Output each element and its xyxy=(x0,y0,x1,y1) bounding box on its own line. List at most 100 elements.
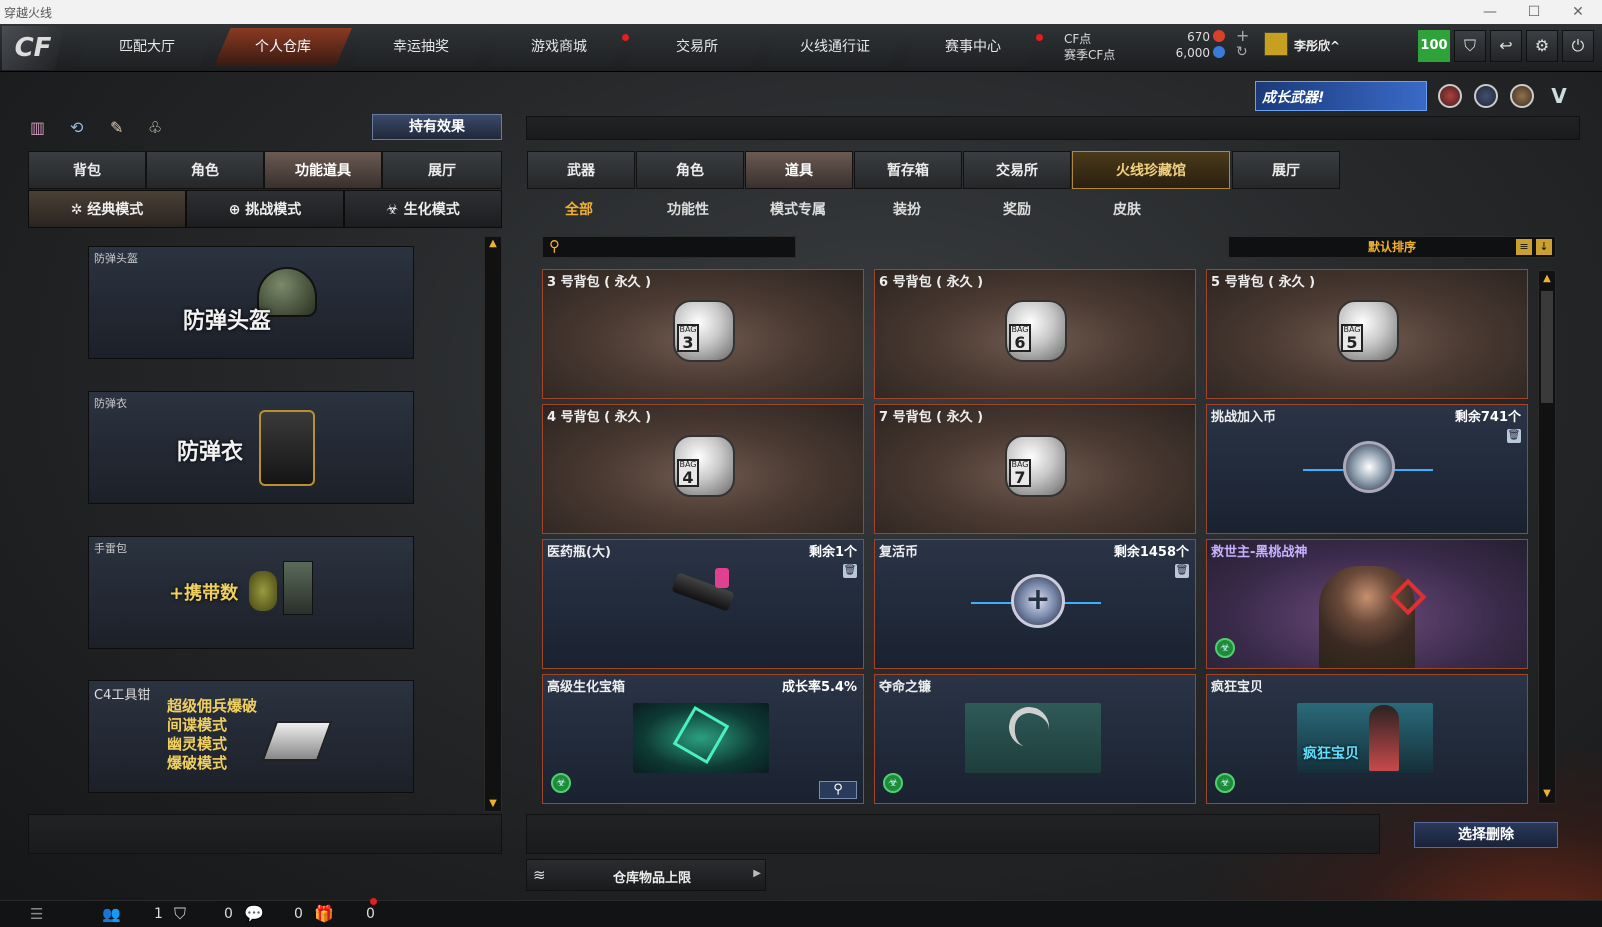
scroll-down-icon[interactable]: ▼ xyxy=(1538,788,1556,799)
search-input[interactable] xyxy=(569,238,793,256)
gift-icon[interactable]: 🎁 xyxy=(314,904,334,923)
username[interactable]: 李彤欣^ xyxy=(1294,37,1340,54)
item-card[interactable]: 挑战加入币 剩余741个 🗑 xyxy=(1206,404,1528,534)
menu-icon[interactable]: ☰ xyxy=(30,905,43,923)
revive-coin-icon: + xyxy=(1011,574,1065,628)
subtab-skins[interactable]: 皮肤 xyxy=(1082,199,1172,221)
left-tab-functional[interactable]: 功能道具 xyxy=(264,151,382,189)
right-tab-exchange[interactable]: 交易所 xyxy=(963,151,1071,189)
chevron-right-icon[interactable]: ▶ xyxy=(753,868,761,879)
growth-weapon-banner[interactable]: 成长武器! xyxy=(1255,81,1427,111)
maximize-button[interactable]: ☐ xyxy=(1512,0,1556,24)
search-icon: ⚲ xyxy=(549,237,560,255)
cf-points-label: CF点 xyxy=(1064,32,1092,46)
nav-tab-lucky-draw[interactable]: 幸运抽奖 xyxy=(352,28,490,66)
nav-tab-battle-pass[interactable]: 火线通行证 xyxy=(766,28,904,66)
gear-icon[interactable]: ⚙ xyxy=(1526,30,1558,62)
card-title: 手雷包 xyxy=(94,542,127,555)
item-card[interactable]: 6 号背包 ( 永久 ) BAG 6 xyxy=(874,269,1196,399)
item-card[interactable]: 7 号背包 ( 永久 ) BAG 7 xyxy=(874,404,1196,534)
window-title: 穿越火线 xyxy=(4,6,53,20)
bio-box-thumbnail xyxy=(633,703,769,773)
bag-label: BAG 6 xyxy=(1009,324,1031,352)
nav-tab-warehouse[interactable]: 个人仓库 xyxy=(214,28,352,66)
left-tab-backpack[interactable]: 背包 xyxy=(28,151,146,189)
left-scrollbar[interactable] xyxy=(484,236,502,812)
card-main-text: 防弹头盔 xyxy=(183,309,272,334)
v-icon[interactable]: V xyxy=(1546,84,1572,108)
item-card[interactable]: 复活币 剩余1458个 🗑 + xyxy=(874,539,1196,669)
clan-shield-icon[interactable]: ⛉ xyxy=(174,904,186,924)
item-card[interactable]: 疯狂宝贝 疯狂宝贝 ☣ xyxy=(1206,674,1528,804)
stats-icon[interactable]: ▥ xyxy=(30,118,50,138)
subtab-rewards[interactable]: 奖励 xyxy=(972,199,1062,221)
refresh-icon[interactable]: ↻ xyxy=(1236,44,1248,60)
card-c4-pliers[interactable]: C4工具钳 超级佣兵爆破 间谍模式 幽灵模式 爆破模式 xyxy=(88,680,414,793)
mode-biochem[interactable]: ☣ 生化模式 xyxy=(344,190,502,228)
right-tab-weapons[interactable]: 武器 xyxy=(527,151,635,189)
nav-tab-match-hall[interactable]: 匹配大厅 xyxy=(78,28,216,66)
globe-icon[interactable] xyxy=(1474,84,1498,108)
preview-search-icon[interactable]: ⚲ xyxy=(819,781,857,799)
nav-tab-events[interactable]: 赛事中心 xyxy=(904,28,1042,66)
card-vest[interactable]: 防弹衣 防弹衣 xyxy=(88,391,414,504)
bag-icon[interactable]: ♧ xyxy=(148,118,168,138)
friends-icon[interactable]: 👥 xyxy=(102,905,121,923)
right-scrollbar[interactable] xyxy=(1538,270,1556,804)
activity-icon[interactable] xyxy=(1510,84,1534,108)
scroll-down-icon[interactable]: ▼ xyxy=(484,798,502,809)
close-button[interactable]: ✕ xyxy=(1556,0,1600,24)
list-view-icon[interactable]: ≡ xyxy=(1516,239,1532,255)
add-icon[interactable]: + xyxy=(1236,26,1249,45)
item-card[interactable]: 夺命之镰 ☣ xyxy=(874,674,1196,804)
item-count: 剩余1458个 xyxy=(1113,545,1189,560)
select-delete-button[interactable]: 选择删除 xyxy=(1414,822,1558,848)
item-card[interactable]: 高级生化宝箱 成长率5.4% ☣ ⚲ xyxy=(542,674,864,804)
return-icon[interactable]: ↩ xyxy=(1490,30,1522,62)
subtab-all[interactable]: 全部 xyxy=(534,199,624,221)
history-icon[interactable]: ⟲ xyxy=(70,118,90,138)
trash-icon[interactable]: 🗑 xyxy=(843,564,857,578)
event-icon[interactable] xyxy=(1438,84,1462,108)
level-badge[interactable]: 100 xyxy=(1418,30,1450,62)
craft-icon[interactable]: ✎ xyxy=(110,118,130,138)
item-name: 疯狂宝贝 xyxy=(1211,680,1264,695)
item-card[interactable]: 3 号背包 ( 永久 ) BAG 3 xyxy=(542,269,864,399)
subtab-cosmetic[interactable]: 装扮 xyxy=(862,199,952,221)
sort-direction-icon[interactable]: ↓ xyxy=(1536,239,1552,255)
scythe-icon xyxy=(1005,703,1053,751)
item-card[interactable]: 4 号背包 ( 永久 ) BAG 4 xyxy=(542,404,864,534)
right-tab-items[interactable]: 道具 xyxy=(745,151,853,189)
item-card[interactable]: 5 号背包 ( 永久 ) BAG 5 xyxy=(1206,269,1528,399)
right-tab-character[interactable]: 角色 xyxy=(636,151,744,189)
card-grenade-pack[interactable]: 手雷包 +携带数 xyxy=(88,536,414,649)
biohazard-badge-icon: ☣ xyxy=(1215,638,1235,658)
right-tab-collection[interactable]: 火线珍藏馆 xyxy=(1072,151,1230,189)
left-tab-character[interactable]: 角色 xyxy=(146,151,264,189)
nav-tab-exchange[interactable]: 交易所 xyxy=(628,28,766,66)
subtab-mode-exclusive[interactable]: 模式专属 xyxy=(753,199,843,221)
effects-button[interactable]: 持有效果 xyxy=(372,114,502,140)
scroll-thumb[interactable] xyxy=(1541,291,1553,403)
subtab-functional[interactable]: 功能性 xyxy=(643,199,733,221)
scroll-up-icon[interactable]: ▲ xyxy=(484,238,502,249)
mode-challenge[interactable]: ⊕ 挑战模式 xyxy=(186,190,344,228)
item-card[interactable]: 救世主-黑桃战神 ☣ xyxy=(1206,539,1528,669)
trash-icon[interactable]: 🗑 xyxy=(1507,429,1521,443)
cf-logo[interactable]: CF xyxy=(2,26,64,70)
card-helmet[interactable]: 防弹头盔 防弹头盔 xyxy=(88,246,414,359)
item-card[interactable]: 医药瓶(大) 剩余1个 🗑 xyxy=(542,539,864,669)
left-tab-gallery[interactable]: 展厅 xyxy=(382,151,502,189)
scroll-up-icon[interactable]: ▲ xyxy=(1538,273,1556,284)
shield-icon[interactable]: ⛉ xyxy=(1454,30,1486,62)
storage-limit-bar[interactable]: ≋ 仓库物品上限 ▶ xyxy=(526,859,766,891)
mode-classic[interactable]: ✲ 经典模式 xyxy=(28,190,186,228)
right-tab-gallery[interactable]: 展厅 xyxy=(1232,151,1340,189)
trash-icon[interactable]: 🗑 xyxy=(1175,564,1189,578)
power-icon[interactable]: ⏻ xyxy=(1562,30,1594,62)
nav-tab-shop[interactable]: 游戏商城 xyxy=(490,28,628,66)
chat-icon[interactable]: 💬 xyxy=(244,904,264,923)
right-tab-storage[interactable]: 暂存箱 xyxy=(854,151,962,189)
sort-dropdown[interactable]: 默认排序 xyxy=(1228,236,1556,258)
minimize-button[interactable]: — xyxy=(1468,0,1512,24)
